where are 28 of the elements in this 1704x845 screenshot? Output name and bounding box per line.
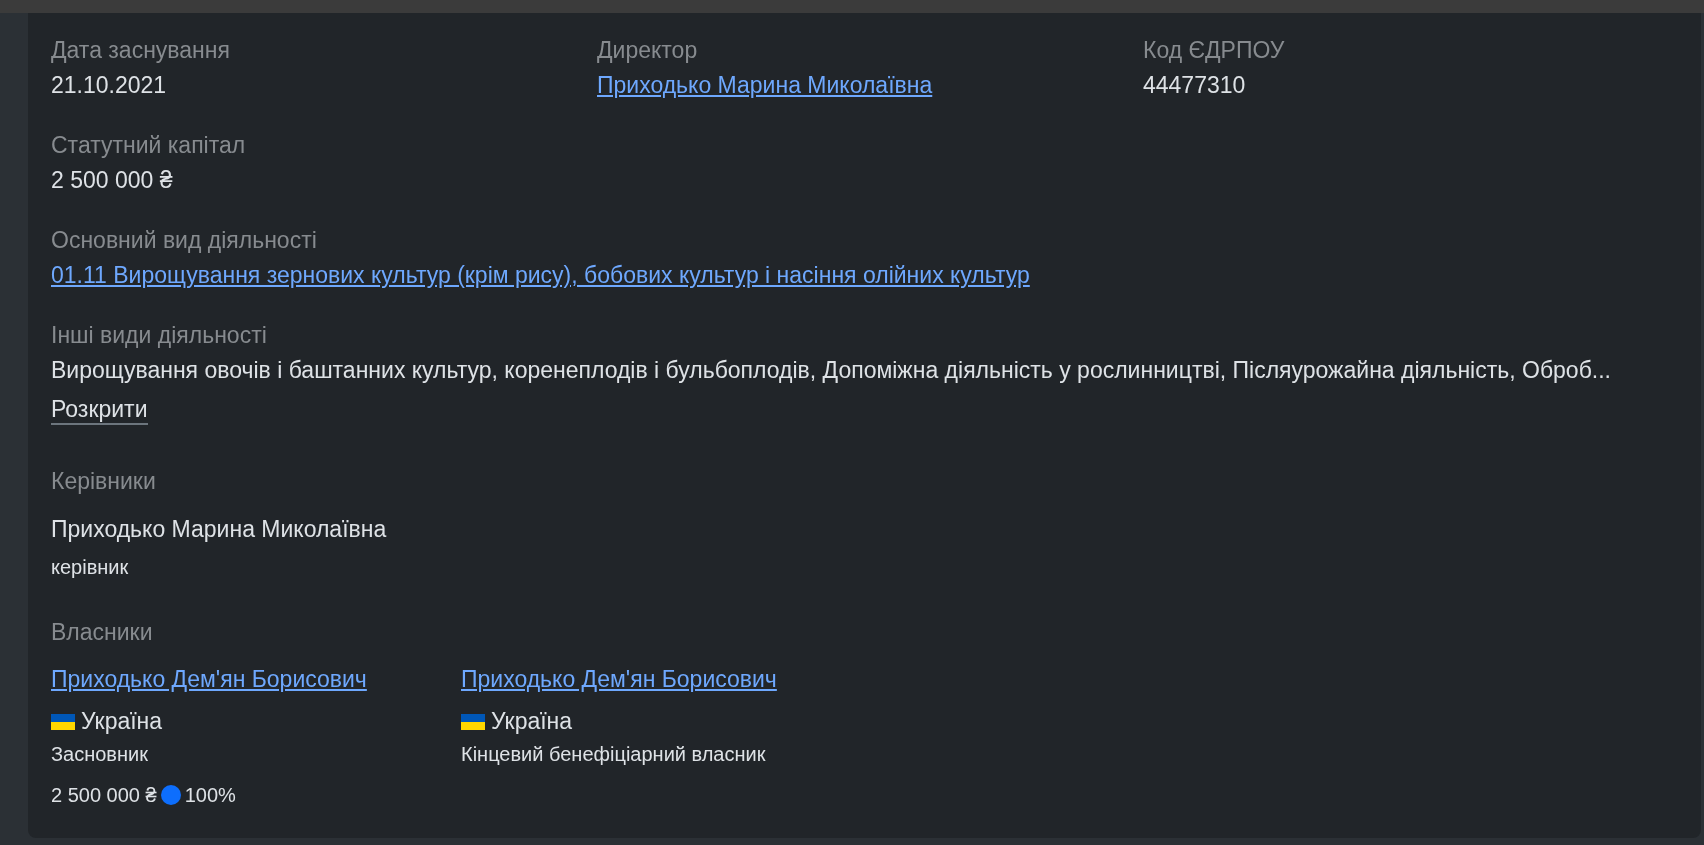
field-value: 2 500 000 ₴ [51,166,174,195]
field-label: Статутний капітал [51,131,247,160]
field-label: Інші види діяльності [51,321,268,350]
flag-icon [461,713,485,730]
field-label: Дата заснування [51,36,231,65]
field-link[interactable]: Приходько Марина Миколаївна [597,72,933,98]
field-label: Директор [597,36,699,65]
share-dot-icon [160,785,181,805]
share-amount: 2 500 000 ₴ [51,783,157,808]
manager-name: Приходько Марина Миколаївна [51,515,388,544]
field-label: Код ЄДРПОУ [1143,36,1286,65]
owner-link[interactable]: Приходько Дем'ян Борисович [51,666,367,692]
field-value: 21.10.2021 [51,71,168,100]
owner-role: Кінцевий бенефіціарний власник [461,742,767,767]
country-name: Україна [491,707,573,736]
field-value: 44477310 [1143,71,1247,100]
country-name: Україна [81,707,163,736]
share-percent: 100% [184,783,236,808]
section-title: Власники [51,618,154,647]
field-label: Основний вид діяльності [51,226,318,255]
owner-role: Засновник [51,742,149,767]
field-link[interactable]: 01.11 Вирощування зернових культур (крім рису), бобових культур і насіння олійних культур [51,262,1030,288]
section-title: Керівники [51,467,157,496]
flag-icon [51,713,75,730]
owner-link[interactable]: Приходько Дем'ян Борисович [461,666,777,692]
field-value: Вирощування овочів і баштанних культур, коренеплодів і бульбоплодів, Допоміжна діяльність у рослинництві, Післяурожайна діяльність, Оброб... [51,356,1612,385]
manager-role: керівник [51,555,130,580]
expand-link[interactable]: Розкрити [51,395,148,425]
